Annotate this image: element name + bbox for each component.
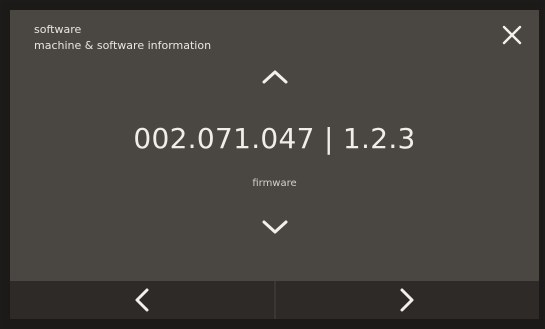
value-panel: 002.071.047 | 1.2.3 firmware [10,10,539,285]
scroll-up-button[interactable] [260,68,290,86]
scroll-down-button[interactable] [260,218,290,236]
device-frame: software machine & software information … [0,0,545,329]
bottom-navigation [10,281,539,319]
chevron-up-icon [262,70,288,84]
next-button[interactable] [273,281,539,319]
firmware-label: firmware [252,178,297,189]
chevron-left-icon [135,288,149,312]
previous-button[interactable] [10,281,274,319]
chevron-down-icon [262,220,288,234]
firmware-version: 002.071.047 | 1.2.3 [133,122,416,155]
chevron-right-icon [400,288,414,312]
display-screen: software machine & software information … [10,10,539,285]
